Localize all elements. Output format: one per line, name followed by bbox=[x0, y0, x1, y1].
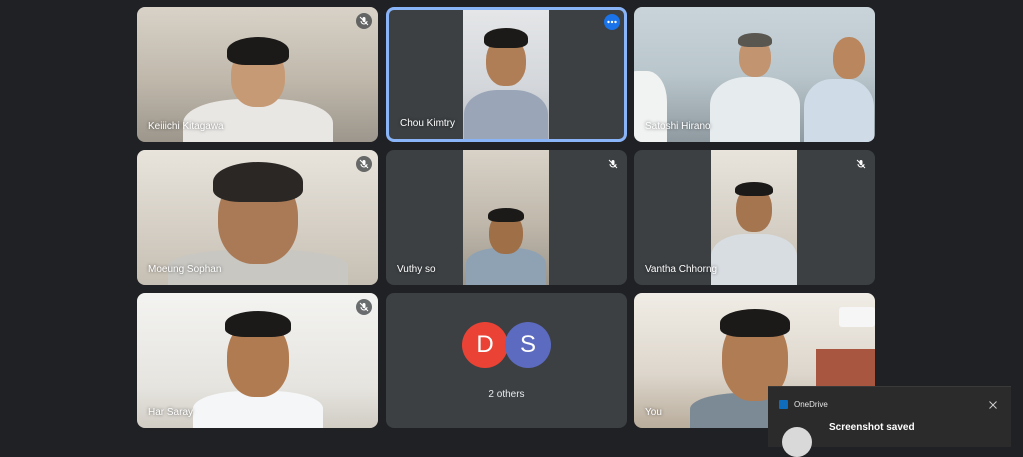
participant-name: Vantha Chhorng bbox=[645, 264, 718, 275]
participant-name: Satoshi Hirano bbox=[645, 121, 711, 132]
screenshot-notification[interactable]: OneDrive Screenshot saved bbox=[768, 386, 1011, 457]
participant-name: Har Saray bbox=[148, 407, 194, 418]
others-tile[interactable]: D S 2 others bbox=[386, 293, 627, 428]
participant-figure bbox=[709, 77, 800, 142]
participant-video bbox=[463, 150, 549, 285]
participant-name: You bbox=[645, 407, 662, 418]
mic-off-icon bbox=[356, 299, 372, 315]
avatar-d: D bbox=[462, 322, 508, 368]
mic-off-icon bbox=[356, 13, 372, 29]
participant-video bbox=[463, 10, 549, 139]
participant-tile-moeung-sophan[interactable]: Moeung Sophan bbox=[137, 150, 378, 285]
participant-name: Vuthy so bbox=[397, 264, 436, 275]
participant-tile-vuthy-so[interactable]: Vuthy so bbox=[386, 150, 627, 285]
participant-name: Chou Kimtry bbox=[400, 118, 456, 129]
mic-off-icon bbox=[605, 156, 621, 172]
close-icon[interactable] bbox=[988, 397, 998, 409]
others-count-label: 2 others bbox=[488, 389, 525, 400]
participant-name: Moeung Sophan bbox=[148, 264, 222, 275]
more-options-icon[interactable] bbox=[604, 14, 620, 30]
mic-off-icon bbox=[853, 156, 869, 172]
participant-tile-satoshi-hirano[interactable]: Satoshi Hirano bbox=[634, 7, 875, 142]
notification-thumbnail bbox=[782, 427, 812, 457]
onedrive-icon bbox=[779, 400, 788, 409]
air-conditioner bbox=[839, 307, 875, 327]
participant-tile-har-saray[interactable]: Har Saray bbox=[137, 293, 378, 428]
notification-title: Screenshot saved bbox=[829, 422, 915, 433]
mic-off-icon bbox=[356, 156, 372, 172]
avatar-s: S bbox=[505, 322, 551, 368]
participant-video bbox=[711, 150, 797, 285]
participant-name: Keiiichi Kitagawa bbox=[148, 121, 224, 132]
participant-tile-keiiichi-kitagawa[interactable]: Keiiichi Kitagawa bbox=[137, 7, 378, 142]
participant-tile-chou-kimtry[interactable]: Chou Kimtry bbox=[386, 7, 627, 142]
notification-app-name: OneDrive bbox=[794, 400, 828, 409]
participant-tile-vantha-chhorng[interactable]: Vantha Chhorng bbox=[634, 150, 875, 285]
participant-figure bbox=[464, 90, 548, 139]
participant-figure bbox=[711, 234, 797, 285]
